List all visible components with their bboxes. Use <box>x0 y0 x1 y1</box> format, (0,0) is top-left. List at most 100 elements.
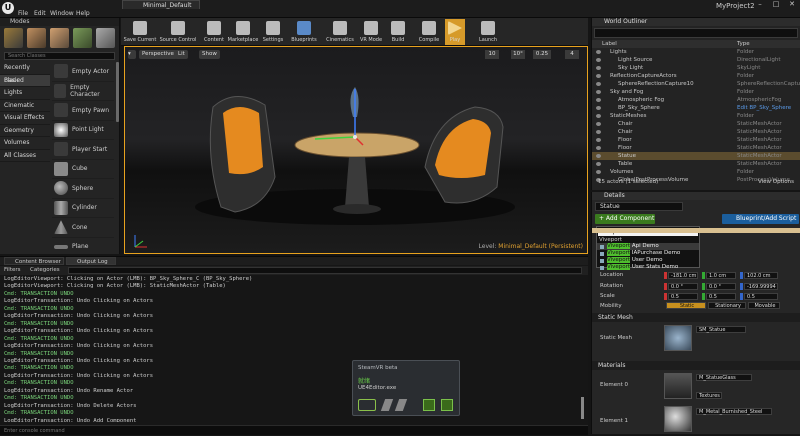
outliner-row[interactable]: Statue StaticMeshActor <box>592 152 800 160</box>
modes-scrollbar[interactable] <box>116 62 119 122</box>
outliner-row[interactable]: Chair StaticMeshActor <box>592 128 800 136</box>
outliner-row[interactable]: Table StaticMeshActor <box>592 160 800 168</box>
location-z-field[interactable]: 102.0 cm <box>744 272 778 279</box>
actor-item[interactable]: Empty Character <box>52 82 114 101</box>
visibility-eye-icon[interactable] <box>596 146 601 150</box>
launch-button[interactable]: Launch <box>475 19 501 45</box>
blueprints-button[interactable]: Blueprints <box>289 19 319 45</box>
actor-item[interactable]: Point Light <box>52 121 114 140</box>
element-1-material-picker[interactable]: M_Metal_Burnished_Steel <box>696 408 772 415</box>
visibility-eye-icon[interactable] <box>596 90 601 94</box>
close-icon[interactable]: ✕ <box>784 0 800 10</box>
outliner-row[interactable]: Sky and Fog Folder <box>592 88 800 96</box>
static-mesh-thumbnail[interactable] <box>664 325 692 351</box>
content-button[interactable]: Content <box>203 19 225 45</box>
log-scrollbar[interactable] <box>581 397 584 419</box>
category-lights[interactable]: Lights <box>0 87 50 100</box>
category-geometry[interactable]: Geometry <box>0 125 50 137</box>
maximize-icon[interactable]: □ <box>768 0 784 10</box>
visibility-eye-icon[interactable] <box>596 106 601 110</box>
category-all-classes[interactable]: All Classes <box>0 150 50 162</box>
outliner-row[interactable]: Chair StaticMeshActor <box>592 120 800 128</box>
rotation-z-field[interactable]: -169.99994 <box>744 283 778 290</box>
visibility-eye-icon[interactable] <box>596 170 601 174</box>
save-current-button[interactable]: Save Current <box>123 19 157 45</box>
visibility-eye-icon[interactable] <box>596 122 601 126</box>
outliner-row[interactable]: Atmospheric Fog AtmosphericFog <box>592 96 800 104</box>
outliner-row[interactable]: Floor StaticMeshActor <box>592 136 800 144</box>
view-options-button[interactable]: View Options <box>758 178 794 186</box>
outliner-row[interactable]: Floor StaticMeshActor <box>592 144 800 152</box>
actor-item[interactable]: Cone <box>52 218 114 238</box>
settings-button[interactable]: Settings <box>261 19 285 45</box>
actor-name-field[interactable]: Statue <box>595 202 683 211</box>
outliner-row[interactable]: Light Source DirectionalLight <box>592 56 800 64</box>
category-recently-placed[interactable]: Recently Placed <box>0 62 50 84</box>
visibility-eye-icon[interactable] <box>596 66 601 70</box>
minimize-icon[interactable]: – <box>752 0 768 10</box>
actor-item[interactable]: Plane <box>52 238 114 257</box>
compile-button[interactable]: Compile <box>417 19 441 45</box>
actor-item[interactable]: Empty Pawn <box>52 101 114 121</box>
visibility-eye-icon[interactable] <box>596 138 601 142</box>
static-mesh-picker[interactable]: SM_Statue <box>696 326 746 333</box>
visibility-eye-icon[interactable] <box>596 58 601 62</box>
category-visual-effects[interactable]: Visual Effects <box>0 112 50 125</box>
filters-dropdown[interactable]: Filters <box>4 267 21 273</box>
visibility-eye-icon[interactable] <box>596 98 601 102</box>
base-station-icon[interactable] <box>423 399 435 411</box>
component-suggestion[interactable]: Viveport User Demo <box>597 257 699 264</box>
component-suggestion[interactable]: Viveport IAPurchase Demo <box>597 250 699 257</box>
mobility-static-option[interactable]: Static <box>666 302 706 309</box>
scale-z-field[interactable]: 0.5 <box>744 293 778 300</box>
component-suggestion[interactable]: Viveport User Stats Demo <box>597 264 699 271</box>
visibility-eye-icon[interactable] <box>596 130 601 134</box>
actor-item[interactable]: Cylinder <box>52 199 114 218</box>
actor-item[interactable]: Cube <box>52 160 114 179</box>
visibility-eye-icon[interactable] <box>596 50 601 54</box>
tab-content-browser[interactable]: Content Browser <box>4 257 64 265</box>
type-column-header[interactable]: Type <box>737 40 750 48</box>
controller-icon[interactable] <box>380 399 394 411</box>
base-station-icon[interactable] <box>441 399 453 411</box>
visibility-eye-icon[interactable] <box>596 74 601 78</box>
cinematics-button[interactable]: Cinematics <box>325 19 355 45</box>
add-component-button[interactable]: + Add Component <box>595 214 655 224</box>
foliage-mode-icon[interactable] <box>73 28 92 48</box>
outliner-row[interactable]: BP_Sky_Sphere Edit BP_Sky_Sphere <box>592 104 800 112</box>
categories-dropdown[interactable]: Categories <box>30 267 60 273</box>
geometry-mode-icon[interactable] <box>96 28 115 48</box>
landscape-mode-icon[interactable] <box>50 28 69 48</box>
source-control-button[interactable]: Source Control <box>159 19 197 45</box>
play-button[interactable]: Play <box>445 19 465 45</box>
level-tab[interactable]: Minimal_Default <box>122 0 200 9</box>
actor-item[interactable]: Empty Actor <box>52 62 114 82</box>
outliner-row[interactable]: Lights Folder <box>592 48 800 56</box>
outliner-search-input[interactable] <box>594 28 798 38</box>
label-column-header[interactable]: Label <box>602 40 617 48</box>
rotation-x-field[interactable]: 0.0 ° <box>668 283 698 290</box>
outliner-row[interactable]: StaticMeshes Folder <box>592 112 800 120</box>
actor-item[interactable]: Player Start <box>52 140 114 160</box>
menu-help[interactable]: Help <box>76 10 90 17</box>
outliner-row[interactable]: ReflectionCaptureActors Folder <box>592 72 800 80</box>
element-0-textures-dropdown[interactable]: Textures <box>696 392 722 399</box>
marketplace-button[interactable]: Marketplace <box>227 19 259 45</box>
paint-mode-icon[interactable] <box>27 28 46 48</box>
scale-y-field[interactable]: 0.5 <box>706 293 736 300</box>
controller-icon[interactable] <box>394 399 408 411</box>
element-1-thumbnail[interactable] <box>664 406 692 432</box>
outliner-row[interactable]: Sky Light SkyLight <box>592 64 800 72</box>
mobility-movable-option[interactable]: Movable <box>748 302 780 309</box>
static-mesh-section[interactable]: Static Mesh <box>592 313 800 322</box>
outliner-row-type[interactable]: Edit BP_Sky_Sphere <box>737 104 791 112</box>
scale-x-field[interactable]: 0.5 <box>668 293 698 300</box>
visibility-eye-icon[interactable] <box>596 154 601 158</box>
search-classes-input[interactable]: Search Classes <box>4 52 115 60</box>
materials-section[interactable]: Materials <box>592 361 800 370</box>
visibility-eye-icon[interactable] <box>596 114 601 118</box>
rotation-y-field[interactable]: 0.0 ° <box>706 283 736 290</box>
mobility-stationary-option[interactable]: Stationary <box>708 302 746 309</box>
place-mode-icon[interactable] <box>4 28 23 48</box>
category-basic[interactable]: Basic <box>0 74 50 87</box>
